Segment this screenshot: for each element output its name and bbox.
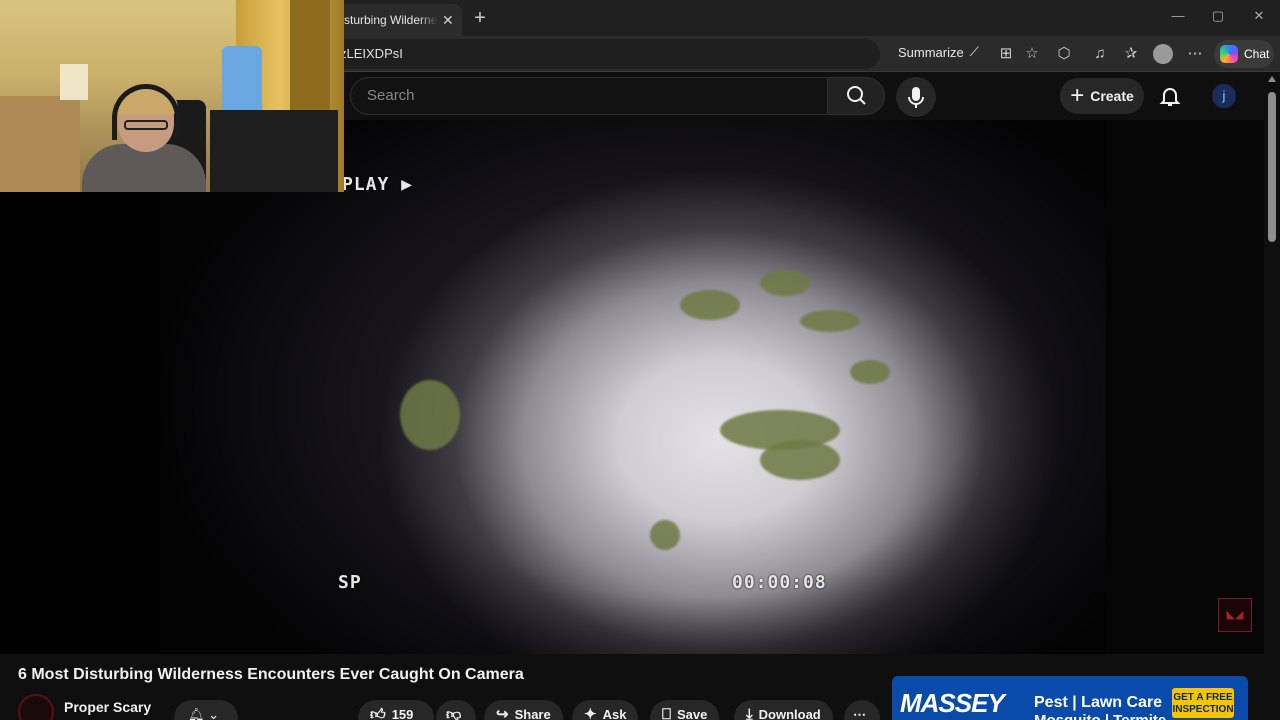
osd-timestamp: 00:00:08 <box>732 572 827 593</box>
page-scrollbar[interactable] <box>1264 72 1280 720</box>
search-input[interactable]: Search <box>350 77 828 115</box>
ask-button[interactable]: ✦ Ask <box>572 700 639 720</box>
extensions-icon[interactable]: ⬡ <box>1055 45 1073 63</box>
osd-play-label: PLAY ▶ <box>342 174 414 195</box>
copilot-chat-button[interactable]: Chat <box>1214 40 1274 68</box>
split-screen-icon[interactable]: ⊞ <box>997 45 1015 63</box>
chat-label: Chat <box>1244 47 1270 61</box>
close-tab-icon[interactable]: ✕ <box>442 12 454 29</box>
scroll-up-arrow-icon[interactable] <box>1268 76 1276 82</box>
save-button[interactable]: ⎕ Save <box>650 700 720 720</box>
notifications-bell-icon[interactable] <box>1158 84 1182 108</box>
webcam-overlay <box>0 0 344 192</box>
maximize-icon[interactable]: ▢ <box>1208 8 1228 24</box>
channel-avatar[interactable] <box>18 694 54 720</box>
like-button[interactable]: 👍︎ 159 <box>358 700 434 720</box>
channel-watermark-icon[interactable]: ◣◢ <box>1218 598 1252 632</box>
summarize-icon: ⟋ <box>969 44 979 59</box>
scroll-thumb[interactable] <box>1268 92 1276 242</box>
bell-icon: 🔔︎ <box>188 707 205 720</box>
address-bar[interactable]: zLEIXDPsI <box>320 39 880 69</box>
create-label: Create <box>1090 88 1134 104</box>
subscription-bell-button[interactable]: 🔔︎ ⌄ <box>174 700 238 720</box>
more-icon: ⋯ <box>853 707 866 720</box>
like-count: 159 <box>391 707 414 720</box>
media-control-icon[interactable]: ♫ <box>1091 45 1109 63</box>
more-actions-button[interactable]: ⋯ <box>844 700 880 720</box>
more-menu-icon[interactable]: ⋯ <box>1186 45 1204 63</box>
video-title: 6 Most Disturbing Wilderness Encounters … <box>18 666 524 683</box>
download-label: Download <box>758 707 821 720</box>
bookmark-icon: ⎕ <box>662 706 672 720</box>
browser-tab[interactable]: sturbing Wilderness ✕ <box>330 4 462 36</box>
search-button[interactable] <box>827 77 885 115</box>
video-side-area <box>1106 120 1264 654</box>
thumbs-down-icon: 👎︎ <box>446 706 462 720</box>
osd-mode-label: SP <box>338 572 362 593</box>
voice-search-button[interactable] <box>896 77 936 117</box>
summarize-button[interactable]: Summarize ⟋ <box>898 44 979 60</box>
ad-cta-button[interactable]: GET A FREE INSPECTION <box>1172 688 1234 718</box>
dislike-button[interactable]: 👎︎ <box>436 700 476 720</box>
ad-brand-logo: MASSEY <box>900 688 1005 718</box>
download-button[interactable]: ⤓ Download <box>734 700 833 720</box>
close-window-icon[interactable]: ✕ <box>1249 8 1269 24</box>
user-avatar[interactable]: j <box>1212 84 1236 108</box>
channel-name[interactable]: Proper Scary <box>64 699 151 715</box>
video-vignette <box>160 120 1106 654</box>
summarize-label: Summarize <box>898 44 964 60</box>
create-button[interactable]: + Create <box>1060 78 1144 114</box>
microphone-icon <box>908 87 924 108</box>
ad-services-line-2: Mosquito | Termite <box>1034 712 1166 720</box>
save-label: Save <box>677 707 708 720</box>
search-icon <box>847 86 866 105</box>
share-icon: ↪ <box>496 706 509 720</box>
ask-label: Ask <box>602 707 627 720</box>
share-button[interactable]: ↪ Share <box>484 700 563 720</box>
favorite-star-icon[interactable]: ☆ <box>1023 45 1041 63</box>
ad-services-line-1: Pest | Lawn Care <box>1034 694 1163 711</box>
minimize-icon[interactable]: — <box>1168 8 1188 23</box>
share-label: Share <box>514 707 551 720</box>
copilot-icon <box>1220 45 1238 63</box>
video-player[interactable]: PLAY ▶ SP 00:00:08 ◣◢ <box>0 120 1264 654</box>
plus-icon: + <box>1070 82 1085 109</box>
favorites-icon[interactable]: ✰ <box>1122 45 1140 63</box>
new-tab-button[interactable]: + <box>468 6 492 30</box>
sparkle-icon: ✦ <box>584 706 597 720</box>
profile-avatar[interactable] <box>1153 44 1173 64</box>
ad-banner[interactable]: MASSEY Pest | Lawn Care Mosquito | Termi… <box>892 676 1248 720</box>
thumbs-up-icon: 👍︎ <box>370 706 386 720</box>
tab-title: sturbing Wilderness <box>344 13 438 27</box>
chevron-down-icon: ⌄ <box>208 707 220 720</box>
download-icon: ⤓ <box>746 706 753 720</box>
